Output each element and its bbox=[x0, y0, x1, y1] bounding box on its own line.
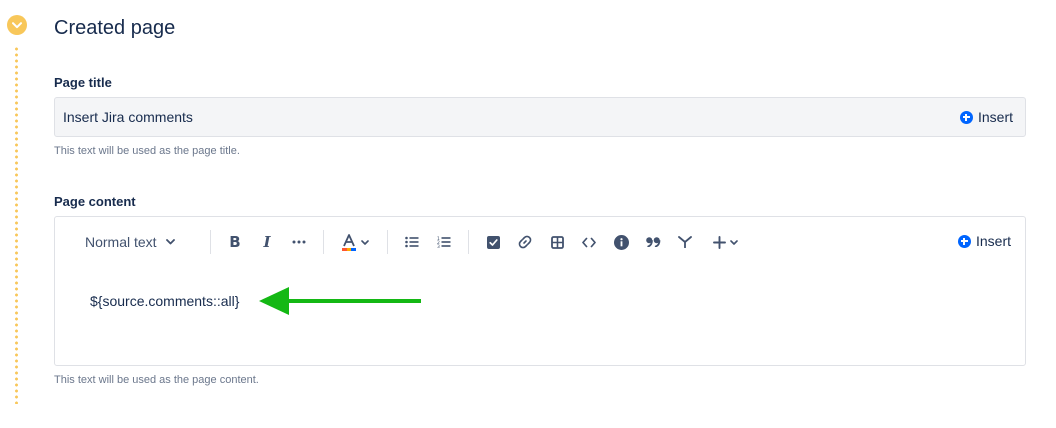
bullet-list-icon bbox=[405, 236, 419, 248]
editor-content-text[interactable]: ${source.comments::all} bbox=[90, 293, 239, 309]
toolbar-separator bbox=[210, 230, 211, 254]
insert-label: Insert bbox=[977, 109, 1013, 125]
section-title: Created page bbox=[54, 17, 176, 39]
page-content-insert-button[interactable]: Insert bbox=[957, 233, 1011, 249]
link-icon bbox=[518, 235, 532, 249]
table-button[interactable] bbox=[549, 231, 565, 253]
editor-toolbar: Normal text B I 1 2 3 Insert bbox=[55, 217, 1025, 267]
bullet-list-button[interactable] bbox=[404, 231, 420, 253]
page-editor-step: Created page Page title Insert Jira comm… bbox=[0, 0, 1056, 428]
page-title-insert-button[interactable]: Insert bbox=[959, 109, 1013, 125]
chevron-down-icon bbox=[165, 239, 175, 245]
step-collapse-toggle[interactable] bbox=[7, 15, 27, 35]
plus-circle-icon bbox=[957, 234, 971, 248]
page-title-input[interactable]: Insert Jira comments Insert bbox=[54, 97, 1026, 137]
toolbar-separator bbox=[468, 230, 469, 254]
numbered-list-button[interactable]: 1 2 3 bbox=[436, 231, 452, 253]
bold-button[interactable]: B bbox=[227, 231, 243, 253]
info-icon bbox=[613, 234, 629, 250]
more-formatting-icon bbox=[292, 240, 306, 244]
page-content-label: Page content bbox=[54, 194, 136, 209]
bold-icon: B bbox=[229, 233, 241, 251]
quote-icon bbox=[645, 237, 660, 247]
chevron-down-icon bbox=[729, 239, 738, 245]
page-title-label: Page title bbox=[54, 75, 112, 90]
info-panel-button[interactable] bbox=[613, 231, 629, 253]
task-icon bbox=[486, 235, 500, 249]
code-icon bbox=[582, 237, 596, 247]
text-color-icon bbox=[341, 233, 356, 251]
text-style-label: Normal text bbox=[85, 234, 157, 250]
code-button[interactable] bbox=[581, 231, 597, 253]
chevron-down-icon bbox=[12, 21, 22, 28]
page-content-editor[interactable]: Normal text B I 1 2 3 Insert ${source.co… bbox=[54, 216, 1026, 366]
step-timeline bbox=[15, 46, 18, 404]
italic-icon: I bbox=[263, 233, 271, 251]
link-button[interactable] bbox=[517, 231, 533, 253]
quote-button[interactable] bbox=[645, 231, 661, 253]
task-button[interactable] bbox=[485, 231, 501, 253]
expand-button[interactable] bbox=[677, 231, 693, 253]
more-formatting-button[interactable] bbox=[290, 231, 308, 253]
svg-text:3: 3 bbox=[437, 244, 440, 248]
page-title-help: This text will be used as the page title… bbox=[54, 145, 240, 157]
text-style-dropdown[interactable]: Normal text bbox=[85, 231, 175, 253]
toolbar-separator bbox=[323, 230, 324, 254]
text-color-button[interactable] bbox=[339, 231, 371, 253]
plus-circle-icon bbox=[959, 110, 973, 124]
numbered-list-icon: 1 2 3 bbox=[437, 236, 451, 248]
toolbar-separator bbox=[387, 230, 388, 254]
page-content-help: This text will be used as the page conte… bbox=[54, 374, 259, 386]
insert-more-button[interactable] bbox=[710, 231, 740, 253]
expand-icon bbox=[678, 236, 692, 248]
italic-button[interactable]: I bbox=[259, 231, 275, 253]
insert-label: Insert bbox=[975, 233, 1011, 249]
plus-icon bbox=[712, 235, 726, 249]
page-title-value[interactable]: Insert Jira comments bbox=[63, 109, 960, 125]
annotation-arrow-icon bbox=[259, 287, 421, 315]
table-icon bbox=[550, 235, 564, 249]
chevron-down-icon bbox=[360, 239, 369, 245]
